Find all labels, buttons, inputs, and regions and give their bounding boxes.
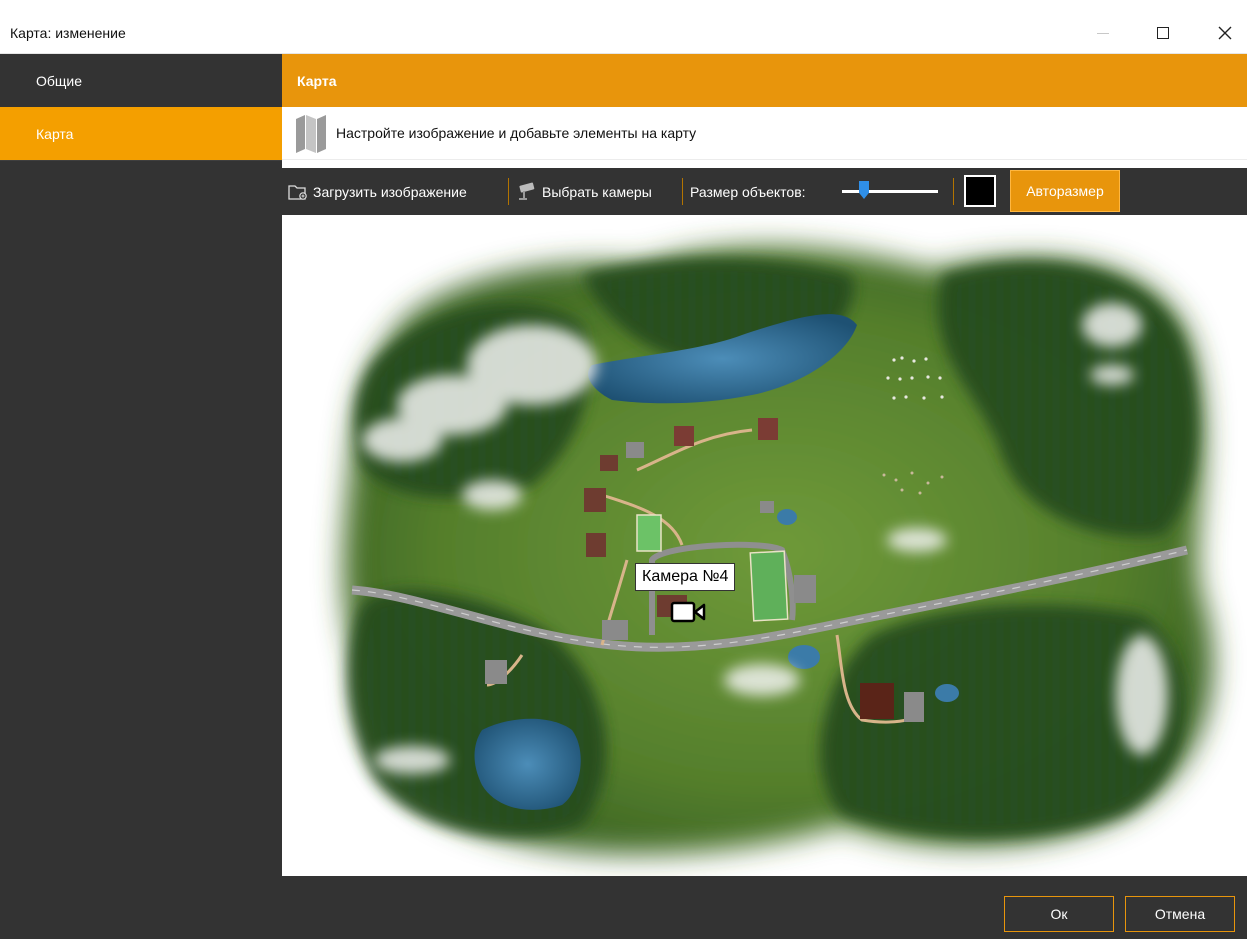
select-cameras-label: Выбрать камеры xyxy=(542,183,652,200)
object-color-swatch[interactable] xyxy=(964,175,996,207)
select-cameras-button[interactable]: Выбрать камеры xyxy=(515,168,652,215)
minimize-button[interactable] xyxy=(1088,18,1118,48)
dialog-footer: Ок Отмена xyxy=(0,876,1247,939)
autosize-button[interactable]: Авторазмер xyxy=(1010,170,1120,212)
close-icon xyxy=(1218,26,1232,40)
ok-button[interactable]: Ок xyxy=(1004,896,1114,932)
window-title: Карта: изменение xyxy=(10,25,126,41)
video-camera-icon xyxy=(670,601,706,623)
maximize-button[interactable] xyxy=(1148,18,1178,48)
map-canvas[interactable]: Камера №4 xyxy=(282,215,1247,876)
section-title: Карта xyxy=(297,72,337,89)
slider-track xyxy=(842,190,938,193)
load-image-button[interactable]: Загрузить изображение xyxy=(288,168,467,215)
maximize-icon xyxy=(1157,27,1169,39)
map-image xyxy=(342,246,1214,855)
map-toolbar: Загрузить изображение Выбрать камеры Раз… xyxy=(282,168,1247,215)
object-size-slider[interactable] xyxy=(842,178,938,205)
sidebar-divider xyxy=(0,160,282,161)
camera-marker[interactable] xyxy=(670,601,706,623)
toolbar-divider xyxy=(508,178,509,205)
toolbar-divider xyxy=(682,178,683,205)
title-bar: Карта: изменение xyxy=(0,0,1247,54)
camera-icon xyxy=(519,182,535,200)
sidebar-item-map[interactable]: Карта xyxy=(0,107,282,160)
load-image-label: Загрузить изображение xyxy=(313,183,467,200)
sidebar: Общие Карта xyxy=(0,54,282,876)
cancel-button[interactable]: Отмена xyxy=(1125,896,1235,932)
hint-bar: Настройте изображение и добавьте элемент… xyxy=(282,107,1247,160)
section-header: Карта xyxy=(282,54,1247,107)
sidebar-item-general[interactable]: Общие xyxy=(0,54,282,107)
camera-tooltip: Камера №4 xyxy=(635,563,736,591)
folder-image-icon xyxy=(288,184,307,200)
hint-text: Настройте изображение и добавьте элемент… xyxy=(336,125,697,141)
object-size-label: Размер объектов: xyxy=(690,183,806,200)
slider-thumb[interactable] xyxy=(859,181,869,199)
minimize-icon xyxy=(1097,32,1109,34)
toolbar-divider xyxy=(953,178,954,205)
map-icon xyxy=(294,113,328,153)
close-button[interactable] xyxy=(1210,18,1240,48)
